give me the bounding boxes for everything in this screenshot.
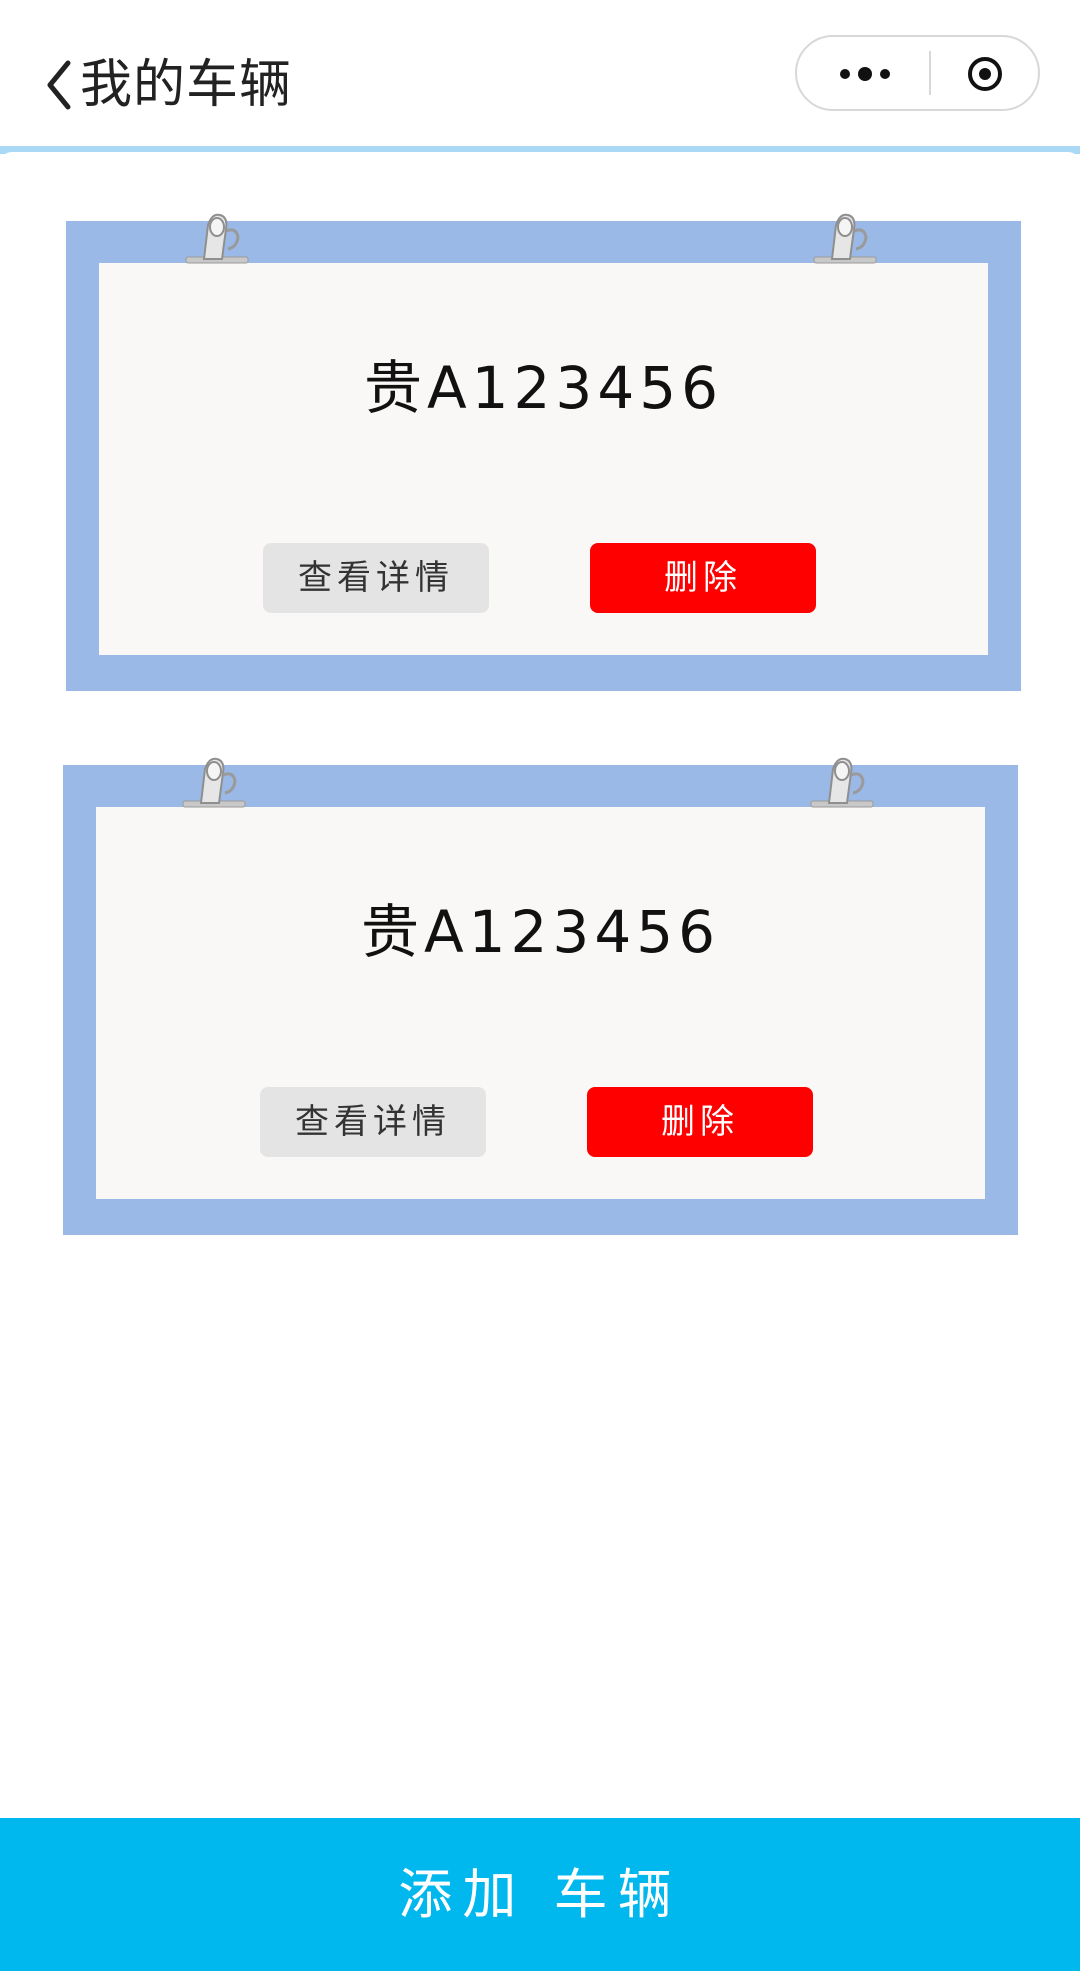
vehicle-card: 贵A123456 查看详情 删除 [63,757,1018,1235]
vehicle-list: 贵A123456 查看详情 删除 贵A123456 查看详情 删除 [0,152,1080,1818]
chevron-left-icon [47,60,71,110]
more-button[interactable] [797,37,929,109]
view-details-button[interactable]: 查看详情 [260,1087,486,1157]
nav-bar: 我的车辆 [0,0,1080,146]
target-circle-icon [968,57,1002,91]
binder-clip-icon [813,213,877,264]
binder-clip-icon [810,757,874,808]
license-plate: 贵A123456 [363,354,724,422]
binder-clip-icon [182,757,246,808]
page-title: 我的车辆 [80,55,293,115]
back-button[interactable] [40,55,80,115]
mini-program-capsule [795,35,1040,111]
card-paper: 贵A123456 查看详情 删除 [96,807,985,1199]
add-vehicle-button[interactable]: 添加 车辆 [0,1818,1080,1971]
more-dots-icon [840,67,890,81]
close-button[interactable] [931,37,1038,109]
delete-button[interactable]: 删除 [590,543,816,613]
view-details-button[interactable]: 查看详情 [263,543,489,613]
binder-clip-icon [185,213,249,264]
card-paper: 贵A123456 查看详情 删除 [99,263,988,655]
license-plate: 贵A123456 [360,898,721,966]
delete-button[interactable]: 删除 [587,1087,813,1157]
vehicle-card: 贵A123456 查看详情 删除 [66,213,1021,691]
